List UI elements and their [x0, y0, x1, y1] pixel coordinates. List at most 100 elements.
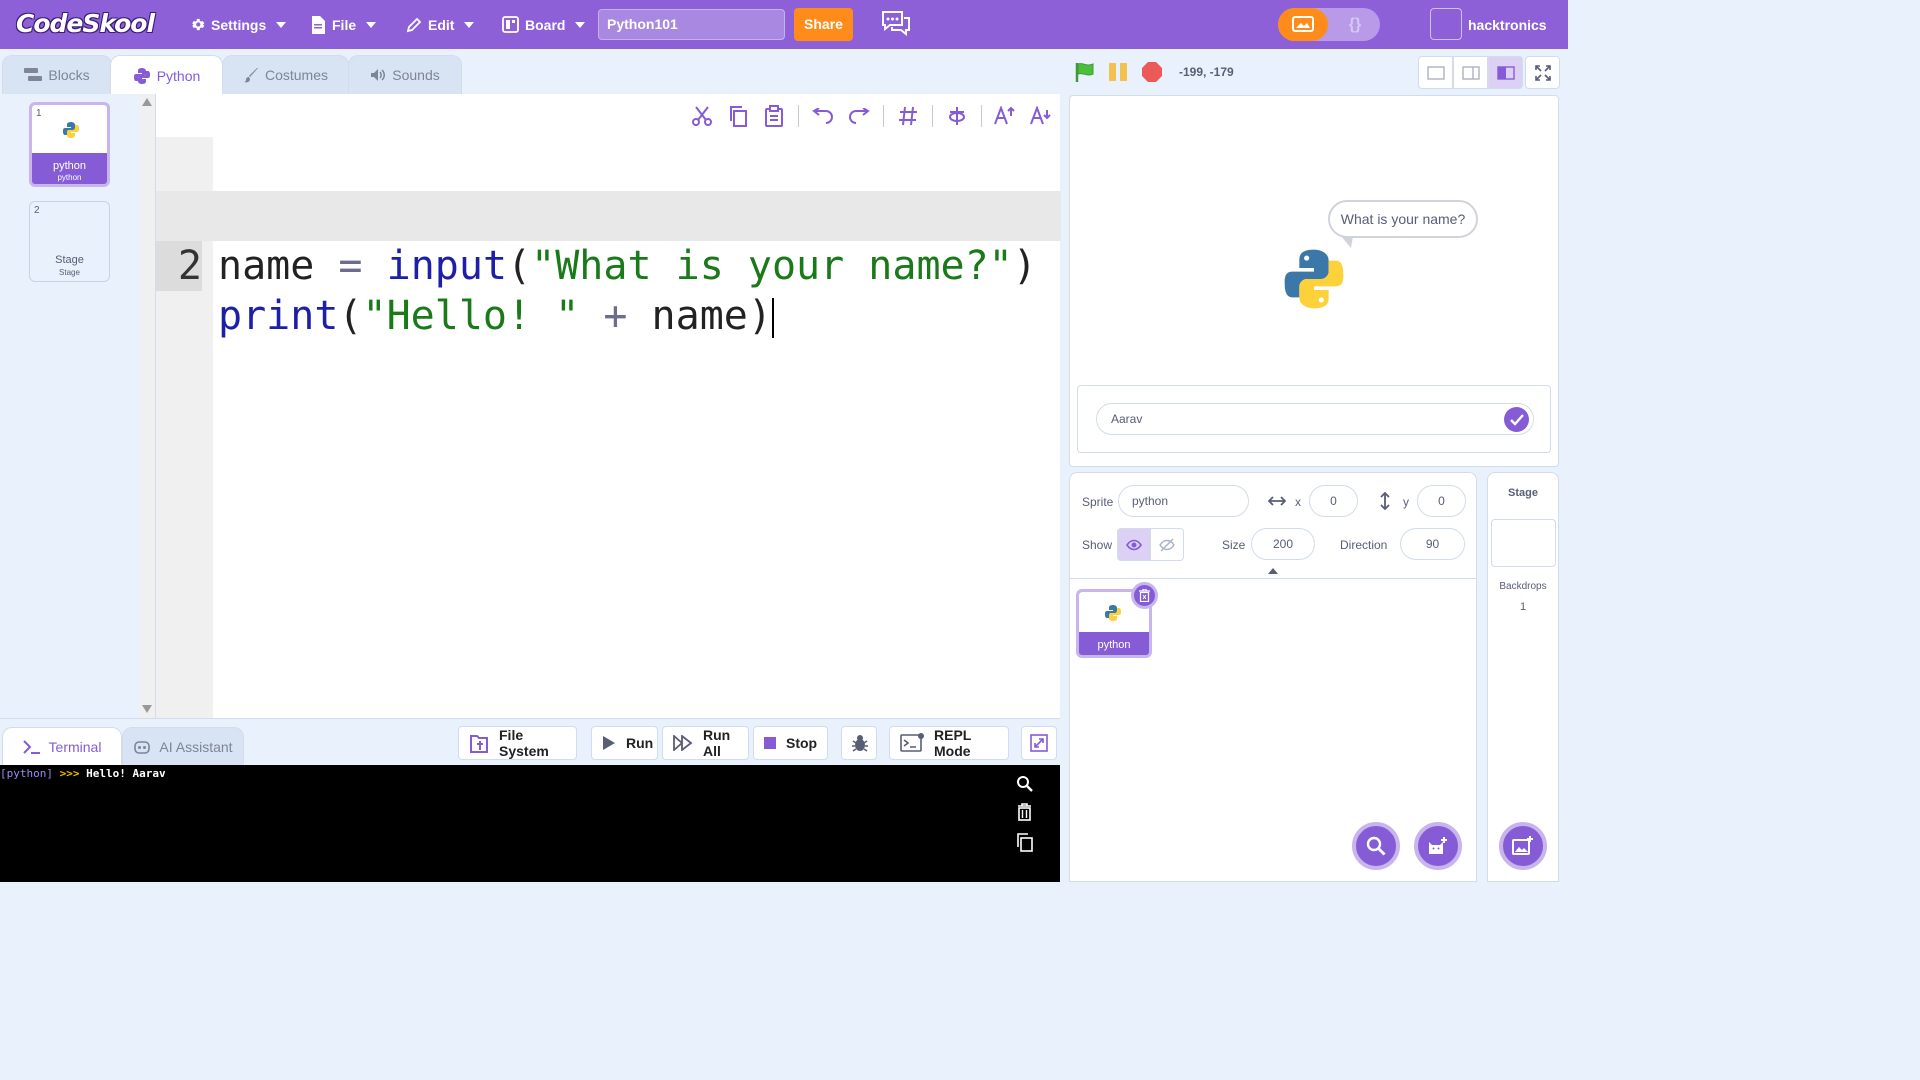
tab-terminal-label: Terminal [48, 739, 102, 755]
size-input[interactable]: 200 [1251, 528, 1315, 560]
run-all-label: Run All [703, 727, 731, 759]
share-button[interactable]: Share [794, 8, 853, 41]
medium-stage-button[interactable] [1453, 56, 1488, 89]
x-input[interactable]: 0 [1309, 485, 1358, 517]
chevron-down-icon [575, 21, 586, 28]
small-stage-button[interactable] [1418, 56, 1453, 89]
project-title-input[interactable]: Python101 [598, 9, 785, 40]
expand-console-button[interactable] [1021, 726, 1057, 760]
sprite-name-input[interactable]: python [1118, 485, 1249, 517]
console-toolbar: Terminal AI Assistant File System Run Ru… [0, 718, 1060, 766]
search-icon[interactable] [1016, 775, 1033, 792]
submit-answer-button[interactable] [1504, 407, 1529, 432]
show-sprite-button[interactable] [1117, 528, 1151, 561]
hide-sprite-button[interactable] [1150, 528, 1184, 561]
image-plus-icon [1512, 836, 1534, 856]
file-system-button[interactable]: File System [458, 726, 577, 760]
tab-terminal[interactable]: Terminal [2, 727, 122, 766]
file-item-stage[interactable]: 2 Stage Stage [29, 201, 110, 282]
copy-icon[interactable] [1016, 833, 1033, 852]
ask-answer-box: Aarav [1077, 385, 1551, 453]
copy-icon[interactable] [720, 98, 756, 134]
tab-sounds[interactable]: Sounds [348, 55, 462, 94]
file-menu[interactable]: File [310, 0, 377, 49]
board-menu[interactable]: Board [502, 0, 586, 49]
edit-menu[interactable]: Edit [406, 0, 475, 49]
horizontal-arrows-icon [1268, 495, 1286, 507]
file-list-scrollbar[interactable] [139, 94, 155, 718]
repl-icon [900, 733, 924, 753]
terminal-icon [22, 740, 41, 754]
chat-feedback-icon[interactable] [880, 9, 912, 39]
fullscreen-icon [1534, 64, 1551, 81]
format-icon[interactable] [939, 98, 975, 134]
run-label: Run [626, 735, 654, 751]
backdrops-count: 1 [1519, 601, 1527, 613]
add-backdrop-button[interactable] [1499, 822, 1547, 870]
checkmark-icon [1509, 413, 1524, 426]
y-label: y [1403, 495, 1409, 509]
scroll-down-icon[interactable] [142, 705, 152, 713]
undo-icon[interactable] [805, 98, 841, 134]
size-label: Size [1222, 538, 1246, 552]
font-increase-icon[interactable] [988, 98, 1024, 134]
run-button[interactable]: Run [591, 726, 658, 760]
stage-thumbnail[interactable] [1491, 519, 1556, 567]
tab-costumes[interactable]: Costumes [222, 55, 349, 94]
stage-header: -199, -179 [1060, 49, 1568, 94]
x-label: x [1295, 495, 1301, 509]
debug-button[interactable] [841, 726, 877, 760]
tab-ai-assistant-label: AI Assistant [159, 739, 233, 755]
file-item-python[interactable]: 1 python python [29, 102, 110, 187]
robot-icon [133, 740, 151, 754]
search-icon [1366, 836, 1386, 856]
app-logo[interactable]: CodeSkool [16, 9, 155, 41]
chevron-down-icon [366, 21, 377, 28]
redo-icon[interactable] [841, 98, 877, 134]
collapse-arrow-icon[interactable] [1268, 568, 1278, 574]
comment-icon[interactable] [890, 98, 926, 134]
large-stage-button[interactable] [1488, 56, 1523, 89]
stop-button[interactable]: Stop [753, 726, 828, 760]
trash-icon[interactable] [1017, 803, 1032, 821]
user-menu[interactable]: hacktronics [1468, 0, 1556, 49]
cut-icon[interactable] [684, 98, 720, 134]
delete-sprite-button[interactable] [1131, 582, 1158, 609]
tab-blocks[interactable]: Blocks [2, 55, 112, 94]
python-logo-icon [1104, 604, 1122, 622]
search-sprite-button[interactable] [1352, 822, 1400, 870]
terminal-output[interactable]: [python] >>> Hello! Aarav [0, 765, 1060, 882]
run-all-button[interactable]: Run All [662, 726, 749, 760]
paste-icon[interactable] [756, 98, 792, 134]
speaker-icon [370, 68, 386, 82]
code-editor[interactable]: 1 name = input("What is your name?") 2 p… [155, 94, 1061, 718]
code-mode-button[interactable]: {} [1330, 8, 1380, 41]
y-input[interactable]: 0 [1417, 485, 1466, 517]
tab-ai-assistant[interactable]: AI Assistant [122, 727, 244, 766]
font-decrease-icon[interactable] [1024, 98, 1060, 134]
avatar[interactable] [1430, 8, 1462, 40]
settings-menu[interactable]: Settings [188, 0, 287, 49]
add-sprite-button[interactable] [1414, 822, 1462, 870]
code-text: name = input("What is your name?") [218, 243, 1037, 289]
code-line-active[interactable]: 2 print("Hello! " + name) [156, 191, 1061, 339]
repl-mode-button[interactable]: REPL Mode [889, 726, 1009, 760]
scroll-up-icon[interactable] [142, 98, 152, 106]
green-flag-icon[interactable] [1074, 61, 1096, 83]
tab-python[interactable]: Python [110, 55, 223, 95]
tab-blocks-label: Blocks [48, 67, 90, 83]
mode-toggle[interactable]: {} [1278, 8, 1380, 41]
code-line[interactable]: 1 name = input("What is your name?") [156, 141, 1061, 289]
tab-python-label: Python [156, 67, 201, 84]
stage-mode-button[interactable] [1278, 8, 1328, 41]
fast-forward-icon [673, 735, 693, 751]
stage-icon [1292, 15, 1314, 34]
python-sprite[interactable] [1281, 246, 1347, 312]
answer-input[interactable]: Aarav [1096, 403, 1534, 435]
show-label: Show [1082, 538, 1113, 552]
pause-icon[interactable] [1108, 61, 1128, 83]
fullscreen-button[interactable] [1525, 56, 1560, 89]
expand-icon [1030, 734, 1048, 752]
stop-sign-icon[interactable] [1141, 61, 1163, 83]
direction-input[interactable]: 90 [1400, 528, 1465, 560]
